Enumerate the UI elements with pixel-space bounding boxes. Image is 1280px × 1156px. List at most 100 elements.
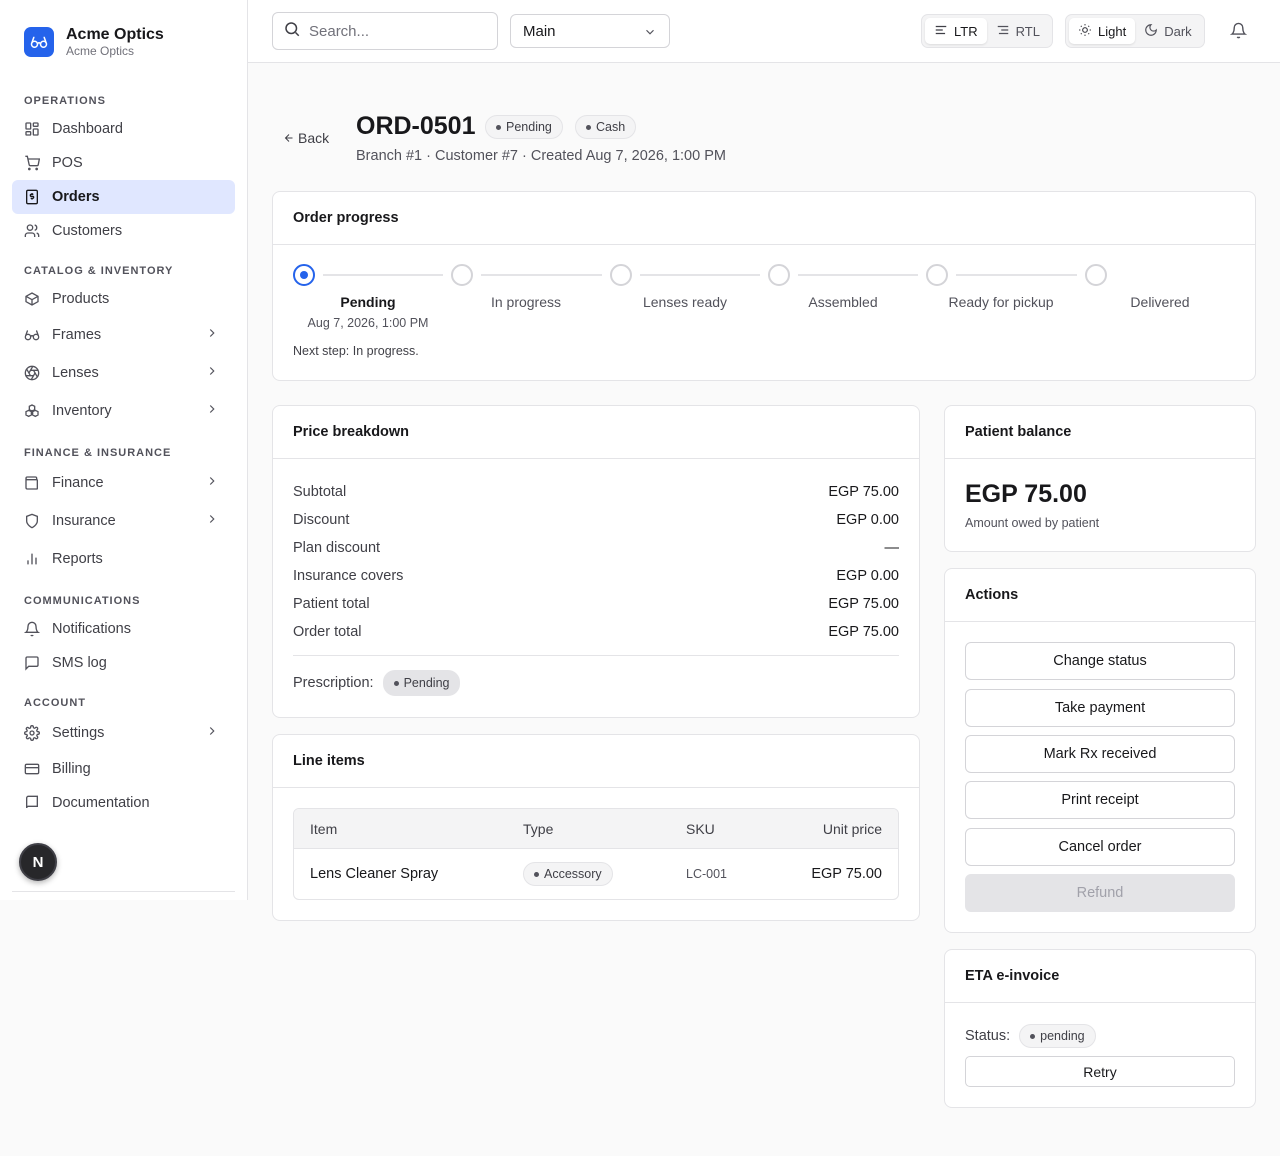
price-row-plan-discount: Plan discount —	[293, 540, 899, 556]
book-icon	[24, 795, 40, 811]
bar-chart-icon	[24, 551, 40, 567]
wallet-icon	[24, 475, 40, 491]
nav-heading: OPERATIONS	[24, 95, 106, 107]
ltr-button[interactable]: LTR	[925, 18, 987, 44]
refund-button[interactable]: Refund	[965, 874, 1235, 912]
glasses-icon	[24, 27, 54, 57]
cancel-order-button[interactable]: Cancel order	[965, 828, 1235, 866]
step-connector	[323, 274, 443, 276]
brand-name: Acme Optics	[66, 25, 164, 43]
sidebar-item-label: SMS log	[52, 655, 107, 671]
cell-sku: LC-001	[686, 867, 727, 881]
cell-type: Accessory	[523, 849, 613, 899]
message-icon	[24, 655, 40, 671]
step-connector	[798, 274, 918, 276]
sidebar-item-label: Documentation	[52, 795, 150, 811]
branch-select-value: Main	[523, 22, 556, 40]
balance-caption: Amount owed by patient	[965, 516, 1100, 530]
price-breakdown-card: Price breakdown Subtotal EGP 75.00 Discou…	[272, 405, 920, 718]
sidebar-item-settings[interactable]: Settings	[12, 714, 235, 752]
theme-toggle: Light Dark	[1065, 14, 1205, 48]
price-row-patient-total: Patient total EGP 75.00	[293, 596, 899, 612]
sidebar-item-label: Settings	[52, 725, 105, 741]
card-title: Order progress	[273, 192, 1255, 245]
divider	[293, 655, 899, 656]
print-receipt-button[interactable]: Print receipt	[965, 781, 1235, 819]
brand[interactable]: Acme Optics Acme Optics	[0, 0, 247, 84]
e-invoice-status-badge: pending	[1019, 1024, 1096, 1048]
cart-icon	[24, 155, 40, 171]
notifications-bell-icon[interactable]	[1229, 22, 1248, 42]
sidebar-item-label: Billing	[52, 761, 91, 777]
shield-icon	[24, 513, 40, 529]
step-marker	[1085, 264, 1107, 286]
brand-subtitle: Acme Optics	[66, 43, 135, 58]
chevron-right-icon	[205, 402, 219, 420]
table-row[interactable]: Lens Cleaner Spray Accessory LC-001 EGP …	[294, 849, 898, 899]
step-date: Aug 7, 2026, 1:00 PM	[307, 316, 429, 330]
sidebar-item-label: Dashboard	[52, 121, 123, 137]
nav-heading: CATALOG & INVENTORY	[24, 265, 174, 277]
chevron-right-icon	[205, 724, 219, 742]
sidebar-item-insurance[interactable]: Insurance	[12, 502, 235, 540]
nav-section-catalog: CATALOG & INVENTORY Products Frames Lens…	[0, 260, 247, 430]
card-title: Line items	[273, 735, 919, 788]
aperture-icon	[24, 365, 40, 381]
sidebar-item-inventory[interactable]: Inventory	[12, 392, 235, 430]
chevron-down-icon	[643, 25, 657, 43]
light-theme-button[interactable]: Light	[1069, 18, 1136, 44]
sidebar-item-customers[interactable]: Customers	[12, 214, 235, 248]
mark-rx-received-button[interactable]: Mark Rx received	[965, 735, 1235, 773]
balance-amount: EGP 75.00	[965, 480, 1087, 508]
order-meta: Branch #1 · Customer #7 · Created Aug 7,…	[356, 148, 726, 164]
price-row-subtotal: Subtotal EGP 75.00	[293, 484, 899, 500]
sidebar-item-frames[interactable]: Frames	[12, 316, 235, 354]
step-label: In progress	[490, 294, 562, 310]
search-input[interactable]: Search...	[272, 12, 498, 50]
user-avatar-button[interactable]: N	[19, 843, 57, 881]
receipt-icon	[24, 189, 40, 205]
sidebar-item-billing[interactable]: Billing	[12, 752, 235, 786]
page-title: ORD-0501	[356, 112, 476, 140]
table-header: Item Type SKU Unit price	[294, 809, 898, 849]
sidebar-item-dashboard[interactable]: Dashboard	[12, 112, 235, 146]
back-link[interactable]: Back	[283, 130, 329, 146]
sidebar-item-label: Frames	[52, 327, 102, 343]
glasses-icon	[24, 327, 40, 343]
sidebar-item-orders[interactable]: Orders	[12, 180, 235, 214]
branch-select[interactable]: Main	[510, 14, 670, 48]
payment-badge: Cash	[575, 115, 637, 139]
step-connector	[640, 274, 760, 276]
prescription-status: Prescription: Pending	[293, 670, 461, 696]
retry-button[interactable]: Retry	[965, 1056, 1235, 1087]
type-badge: Accessory	[523, 862, 613, 886]
sidebar-item-label: Lenses	[52, 365, 99, 381]
next-step-text: Next step: In progress.	[293, 344, 419, 358]
step-marker	[610, 264, 632, 286]
line-items-table: Item Type SKU Unit price Lens Cleaner Sp…	[293, 808, 899, 900]
sidebar-item-finance[interactable]: Finance	[12, 464, 235, 502]
take-payment-button[interactable]: Take payment	[965, 689, 1235, 727]
sidebar-item-lenses[interactable]: Lenses	[12, 354, 235, 392]
sidebar-item-documentation[interactable]: Documentation	[12, 786, 235, 820]
sidebar-item-label: Inventory	[52, 403, 112, 419]
dashboard-icon	[24, 121, 40, 137]
sidebar-item-products[interactable]: Products	[12, 282, 235, 316]
rtl-button[interactable]: RTL	[987, 18, 1049, 44]
sidebar-item-sms-log[interactable]: SMS log	[12, 646, 235, 680]
price-row-discount: Discount EGP 0.00	[293, 512, 899, 528]
back-label: Back	[298, 130, 330, 146]
bell-icon	[24, 621, 40, 637]
step-marker-current	[293, 264, 315, 286]
progress-steps: Pending Aug 7, 2026, 1:00 PM In progress…	[293, 264, 1241, 334]
ltr-label: LTR	[954, 23, 978, 39]
chevron-right-icon	[205, 474, 219, 492]
dark-theme-button[interactable]: Dark	[1135, 18, 1200, 44]
cell-item: Lens Cleaner Spray	[310, 866, 439, 882]
sidebar-item-reports[interactable]: Reports	[12, 540, 235, 578]
change-status-button[interactable]: Change status	[965, 642, 1235, 680]
sidebar-item-pos[interactable]: POS	[12, 146, 235, 180]
sidebar-item-notifications[interactable]: Notifications	[12, 612, 235, 646]
chevron-right-icon	[205, 512, 219, 530]
order-progress-card: Order progress Pending Aug 7, 2026, 1:00…	[272, 191, 1256, 381]
